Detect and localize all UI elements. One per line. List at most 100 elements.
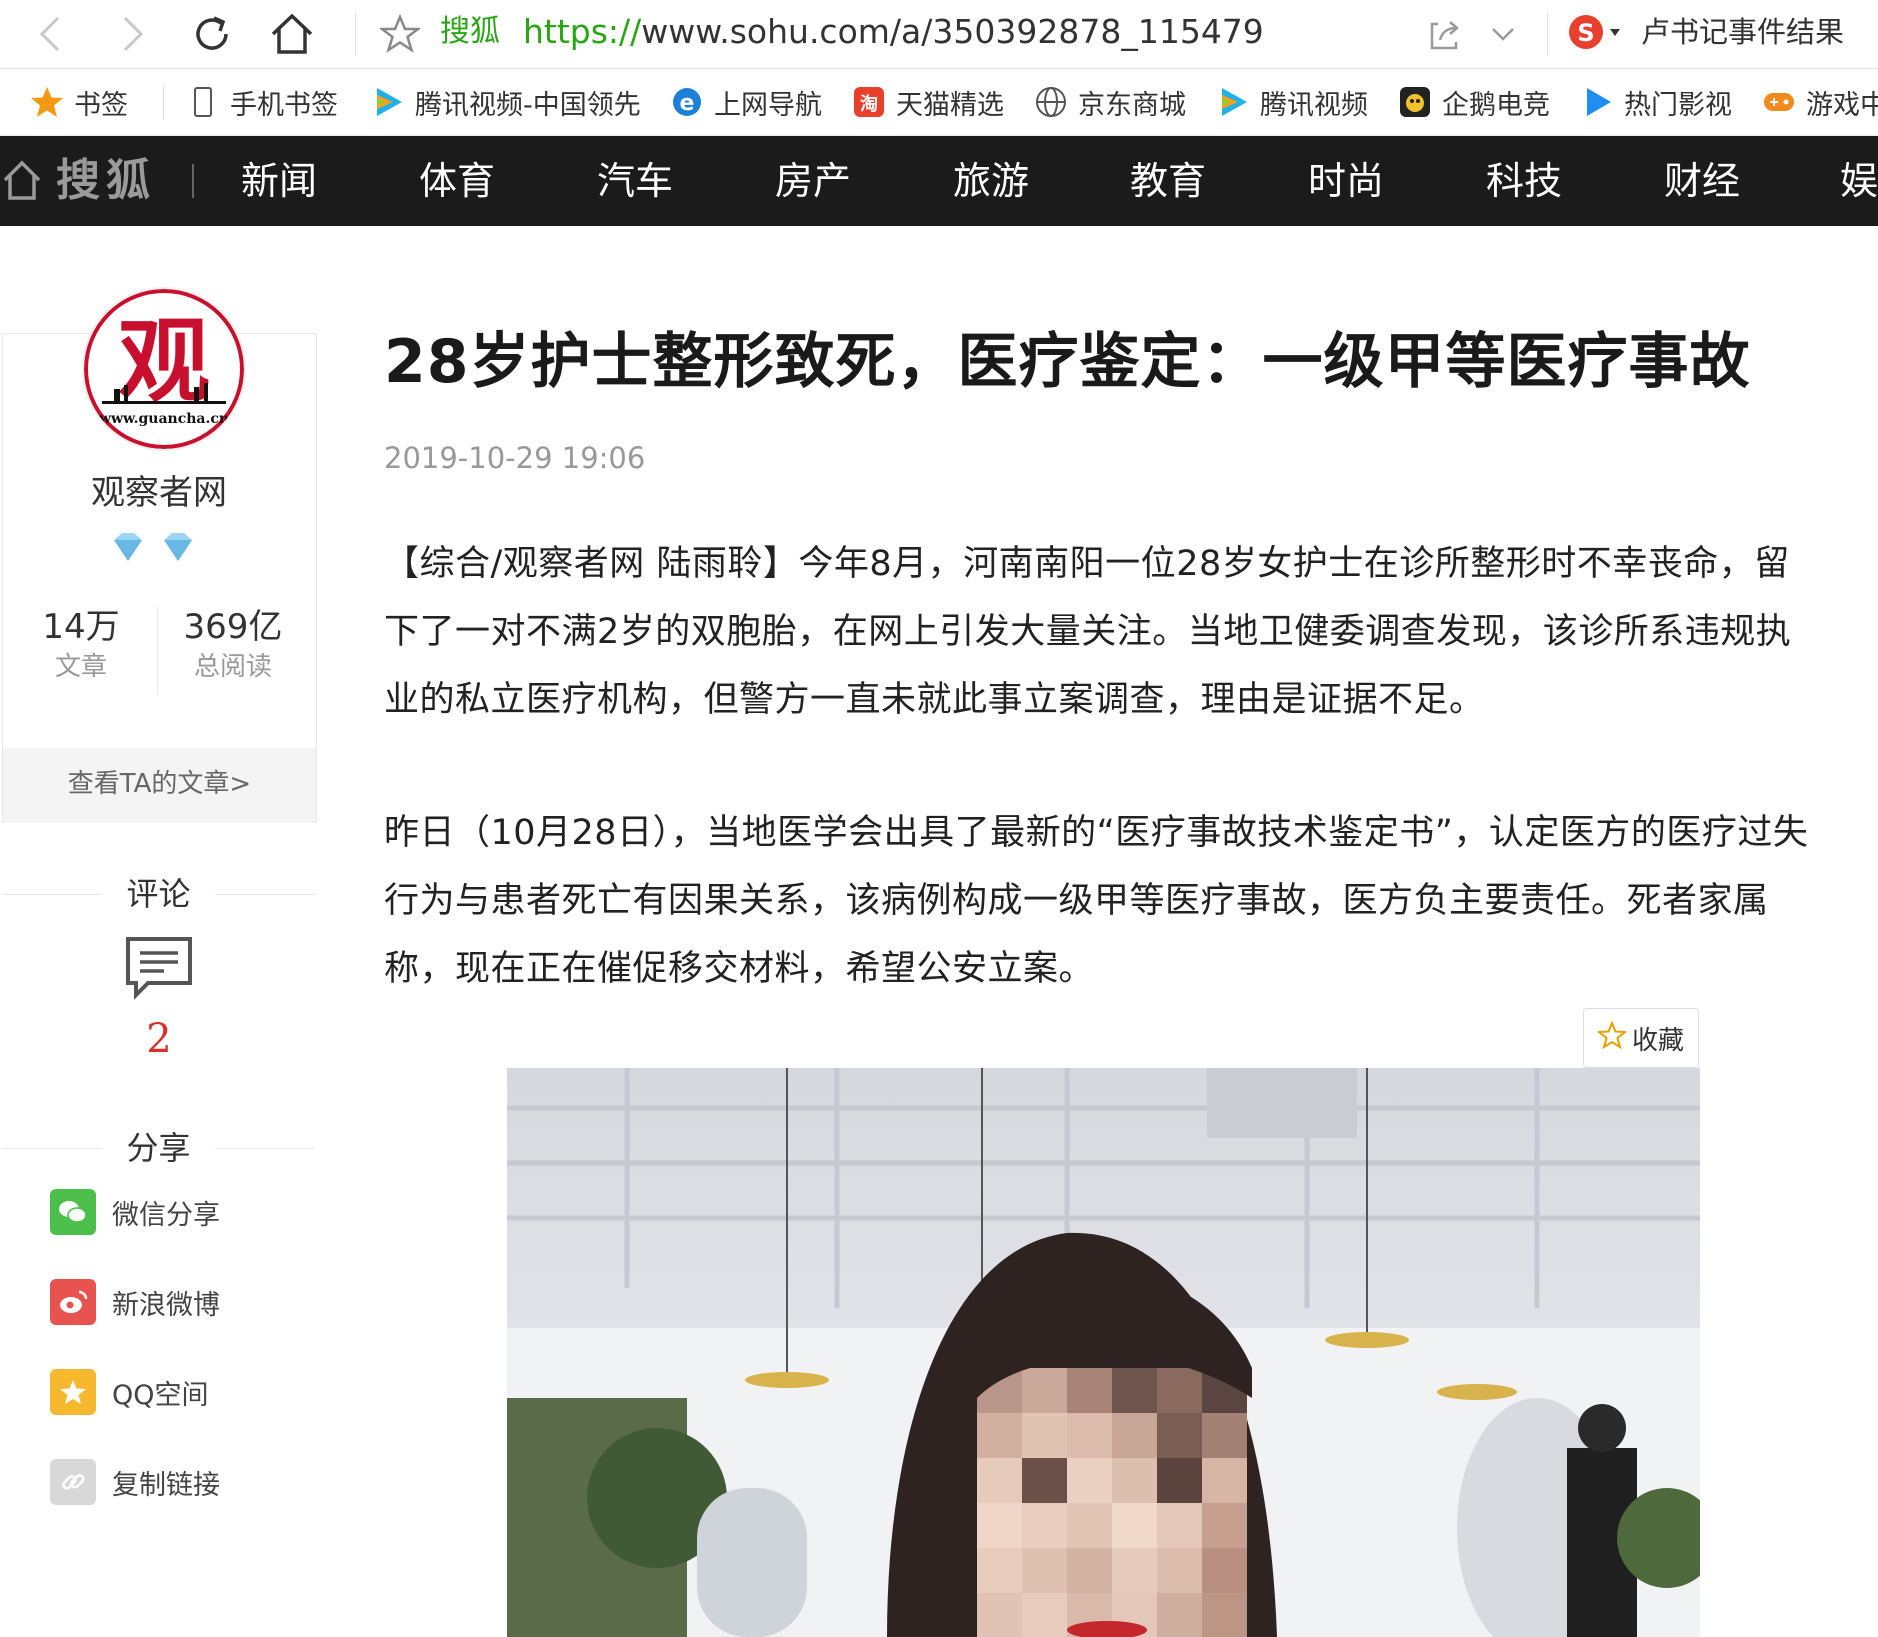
bookmark-item[interactable]: 热门影视 bbox=[1580, 69, 1732, 135]
url-path: www.sohu.com/a/350392878_115479 bbox=[641, 12, 1264, 51]
share-label: 复制链接 bbox=[112, 1469, 220, 1501]
bookmark-item[interactable]: 腾讯视频-中国领先 bbox=[371, 69, 643, 135]
bookmark-item[interactable]: 企鹅电竞 bbox=[1398, 69, 1550, 135]
bookmark-item[interactable]: 淘 天猫精选 bbox=[852, 69, 1004, 135]
ie-icon: e bbox=[670, 85, 704, 119]
gamepad-icon bbox=[1762, 85, 1796, 119]
bookmark-label: 上网导航 bbox=[714, 89, 822, 121]
bookmark-label: 天猫精选 bbox=[896, 89, 1004, 121]
bookmark-item[interactable]: 京东商城 bbox=[1034, 69, 1186, 135]
svg-text:淘: 淘 bbox=[860, 93, 878, 115]
toolbar-divider bbox=[1547, 12, 1548, 56]
nav-item-auto[interactable]: 汽车 bbox=[597, 154, 673, 208]
paragraph-line: 业的私立医疗机构，但警方一直未就此事立案调查，理由是证据不足。 bbox=[384, 680, 1485, 720]
bookmarks-bar: 书签 手机书签 腾讯视频-中国领先 e 上网导航 淘 天猫精选 京东商城 腾讯视… bbox=[0, 69, 1878, 136]
globe-icon bbox=[1034, 85, 1068, 119]
nav-item-fashion[interactable]: 时尚 bbox=[1308, 154, 1384, 208]
bookmark-label: 腾讯视频 bbox=[1260, 89, 1368, 121]
sohu-logo[interactable]: 搜狐 bbox=[56, 154, 156, 208]
chevron-down-icon[interactable] bbox=[1483, 14, 1523, 54]
comments-heading: 评论 bbox=[126, 875, 191, 913]
comment-count[interactable]: 2 bbox=[0, 1016, 318, 1062]
share-label: 微信分享 bbox=[112, 1199, 220, 1231]
article-paragraph: 昨日（10月28日），当地医学会出具了最新的“医疗事故技术鉴定书”，认定医方的医… bbox=[384, 799, 1844, 1003]
nav-item-news[interactable]: 新闻 bbox=[241, 154, 317, 208]
share-section-header: 分享 bbox=[2, 1128, 315, 1168]
diamond-badge-icon bbox=[160, 530, 196, 570]
avatar-url-text: www.guancha.cn bbox=[98, 411, 229, 427]
browser-toolbar: 搜狐 https://www.sohu.com/a/350392878_1154… bbox=[0, 0, 1878, 69]
bookmark-item[interactable]: 手机书签 bbox=[186, 69, 338, 135]
share-label: 新浪微博 bbox=[112, 1289, 220, 1321]
search-box[interactable]: 卢书记事件结果 bbox=[1641, 12, 1844, 52]
star-outline-icon bbox=[1596, 1019, 1628, 1056]
favorite-label: 收藏 bbox=[1631, 1025, 1684, 1056]
reload-button[interactable] bbox=[188, 10, 236, 58]
reads-label: 总阅读 bbox=[193, 652, 272, 682]
share-page-icon[interactable] bbox=[1424, 14, 1464, 54]
forward-button[interactable] bbox=[108, 10, 156, 58]
back-button[interactable] bbox=[27, 10, 75, 58]
comments-section-header: 评论 bbox=[2, 874, 315, 914]
share-qzone-button[interactable]: QQ空间 bbox=[50, 1368, 209, 1416]
site-navigation-bar: 搜狐 新闻 体育 汽车 房产 旅游 教育 时尚 科技 财经 娱 bbox=[0, 136, 1878, 226]
wechat-icon bbox=[50, 1189, 96, 1235]
paragraph-line: 【综合/观察者网 陆雨聆】今年8月，河南南阳一位28岁女护士在诊所整形时不幸丧命… bbox=[384, 544, 1790, 584]
view-author-articles-link[interactable]: 查看TA的文章> bbox=[3, 748, 316, 820]
article-photo bbox=[507, 1068, 1700, 1637]
bookmark-label: 企鹅电竞 bbox=[1442, 89, 1550, 121]
paragraph-line: 昨日（10月28日），当地医学会出具了最新的“医疗事故技术鉴定书”，认定医方的医… bbox=[384, 813, 1809, 853]
bookmark-divider bbox=[163, 85, 164, 119]
favorite-button[interactable]: 收藏 bbox=[1583, 1008, 1699, 1068]
bookmark-item[interactable]: 腾讯视频 bbox=[1216, 69, 1368, 135]
tmall-icon: 淘 bbox=[852, 85, 886, 119]
nav-item-travel[interactable]: 旅游 bbox=[953, 154, 1029, 208]
bookmark-item[interactable]: 书签 bbox=[30, 69, 128, 135]
share-heading: 分享 bbox=[126, 1129, 191, 1167]
weibo-icon bbox=[50, 1279, 96, 1325]
phone-icon bbox=[186, 85, 220, 119]
home-button[interactable] bbox=[268, 10, 316, 58]
nav-item-education[interactable]: 教育 bbox=[1130, 154, 1206, 208]
nav-item-sports[interactable]: 体育 bbox=[419, 154, 495, 208]
bookmark-item[interactable]: 游戏中 bbox=[1762, 69, 1878, 135]
url-protocol: https:// bbox=[523, 12, 642, 51]
home-icon[interactable] bbox=[2, 158, 42, 202]
bookmark-label: 书签 bbox=[74, 89, 128, 121]
svg-text:e: e bbox=[680, 91, 695, 116]
share-wechat-button[interactable]: 微信分享 bbox=[50, 1188, 220, 1236]
qzone-star-icon bbox=[50, 1369, 96, 1415]
svg-text:S: S bbox=[1577, 19, 1594, 47]
toolbar-divider bbox=[355, 12, 356, 56]
star-icon bbox=[30, 85, 64, 119]
copy-link-button[interactable]: 复制链接 bbox=[50, 1458, 220, 1506]
nav-item-realestate[interactable]: 房产 bbox=[775, 154, 851, 208]
bookmark-label: 手机书签 bbox=[230, 89, 338, 121]
nav-item-tech[interactable]: 科技 bbox=[1486, 154, 1562, 208]
sogou-search-engine-icon[interactable]: S bbox=[1566, 10, 1626, 54]
author-avatar[interactable]: 观 www.guancha.cn bbox=[82, 287, 246, 451]
author-badges bbox=[110, 530, 210, 570]
paragraph-line: 称，现在正在催促移交材料，希望公安立案。 bbox=[384, 949, 1095, 989]
author-name[interactable]: 观察者网 bbox=[0, 465, 318, 514]
bookmark-label: 游戏中 bbox=[1806, 89, 1878, 121]
address-bar[interactable]: https://www.sohu.com/a/350392878_115479 bbox=[523, 12, 1264, 52]
tencent-video-icon bbox=[1216, 85, 1250, 119]
share-label: QQ空间 bbox=[112, 1379, 209, 1411]
comment-icon[interactable] bbox=[124, 935, 194, 1001]
bookmark-label: 腾讯视频-中国领先 bbox=[415, 89, 641, 121]
articles-count: 14万 bbox=[42, 607, 120, 647]
nav-item-entertainment[interactable]: 娱 bbox=[1840, 154, 1878, 208]
tencent-video-icon bbox=[371, 85, 405, 119]
site-identity-label: 搜狐 bbox=[440, 14, 500, 49]
bookmark-item[interactable]: e 上网导航 bbox=[670, 69, 822, 135]
article-date: 2019-10-29 19:06 bbox=[384, 441, 646, 475]
bookmark-label: 京东商城 bbox=[1078, 89, 1186, 121]
articles-label: 文章 bbox=[54, 652, 107, 682]
bookmark-label: 热门影视 bbox=[1624, 89, 1732, 121]
nav-item-finance[interactable]: 财经 bbox=[1664, 154, 1740, 208]
reads-count: 369亿 bbox=[183, 607, 283, 647]
bookmark-star-icon[interactable] bbox=[378, 13, 422, 54]
paragraph-line: 下了一对不满2岁的双胞胎，在网上引发大量关注。当地卫健委调查发现，该诊所系违规执 bbox=[384, 612, 1792, 652]
share-weibo-button[interactable]: 新浪微博 bbox=[50, 1278, 220, 1326]
